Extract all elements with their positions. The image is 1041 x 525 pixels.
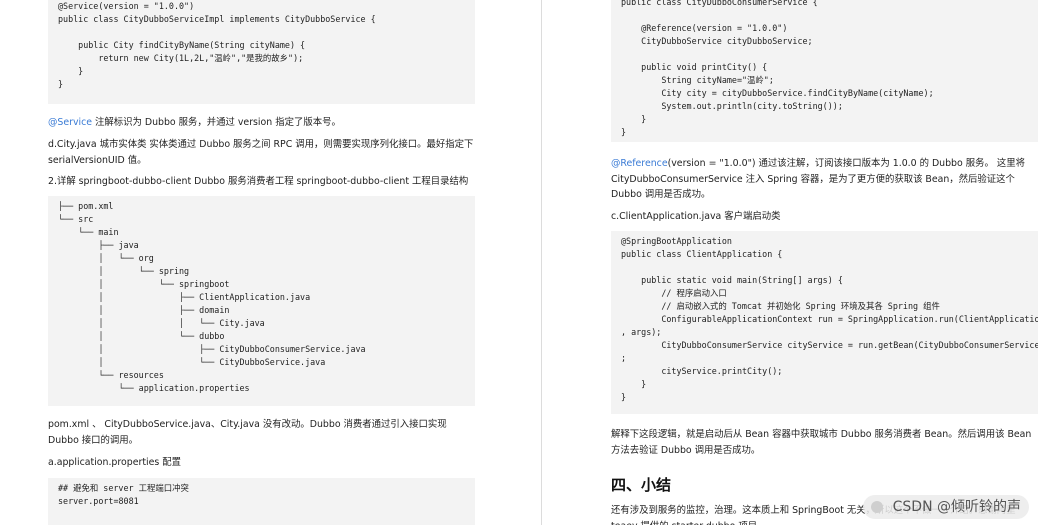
client-project-paragraph: 2.详解 springboot-dubbo-client Dubbo 服务消费者… (48, 176, 469, 187)
reference-annotation-link[interactable]: @Reference (611, 158, 668, 169)
page-divider (541, 0, 542, 525)
right-document-page: public class CityDubboConsumerService { … (543, 0, 1041, 525)
properties-code: ## 避免和 server 工程端口冲突 server.port=8081 (58, 483, 189, 506)
client-application-code-block: @SpringBootApplication public class Clie… (611, 231, 1038, 414)
service-annotation-link[interactable]: @Service (48, 117, 92, 128)
client-application-paragraph: c.ClientApplication.java 客户端启动类 (611, 211, 781, 222)
project-tree-code: ├── pom.xml └── src └── main ├── java │ … (58, 201, 366, 393)
reference-annotation-text: (version = "1.0.0") 通过该注解，订阅该接口版本为 1.0.0… (611, 158, 1025, 200)
csdn-watermark: CSDN @倾听铃的声 (862, 495, 1029, 519)
consumer-service-code-block: public class CityDubboConsumerService { … (611, 0, 1038, 142)
reference-annotation-paragraph: @Reference(version = "1.0.0") 通过该注解，订阅该接… (611, 156, 1036, 203)
project-tree-code-block: ├── pom.xml └── src └── main ├── java │ … (48, 196, 475, 406)
consumer-service-code: public class CityDubboConsumerService { … (621, 0, 934, 137)
service-impl-code-block: @Service(version = "1.0.0") public class… (48, 0, 475, 104)
left-document-page: @Service(version = "1.0.0") public class… (0, 0, 520, 525)
client-application-code: @SpringBootApplication public class Clie… (621, 236, 1038, 402)
summary-heading: 四、小结 (611, 476, 672, 494)
service-annotation-paragraph: @Service 注解标识为 Dubbo 服务，并通过 version 指定了版… (48, 115, 478, 131)
properties-code-block: ## 避免和 server 工程端口冲突 server.port=8081 (48, 478, 475, 525)
service-impl-code: @Service(version = "1.0.0") public class… (58, 1, 376, 89)
city-entity-paragraph: d.City.java 城市实体类 实体类通过 Dubbo 服务之间 RPC 调… (48, 139, 474, 166)
properties-config-paragraph: a.application.properties 配置 (48, 457, 181, 468)
logic-explanation-paragraph: 解释下这段逻辑，就是启动后从 Bean 容器中获取城市 Dubbo 服务消费者 … (611, 429, 1032, 456)
service-annotation-text: 注解标识为 Dubbo 服务，并通过 version 指定了版本号。 (92, 117, 341, 128)
unchanged-files-paragraph: pom.xml 、 CityDubboService.java、City.jav… (48, 419, 447, 446)
